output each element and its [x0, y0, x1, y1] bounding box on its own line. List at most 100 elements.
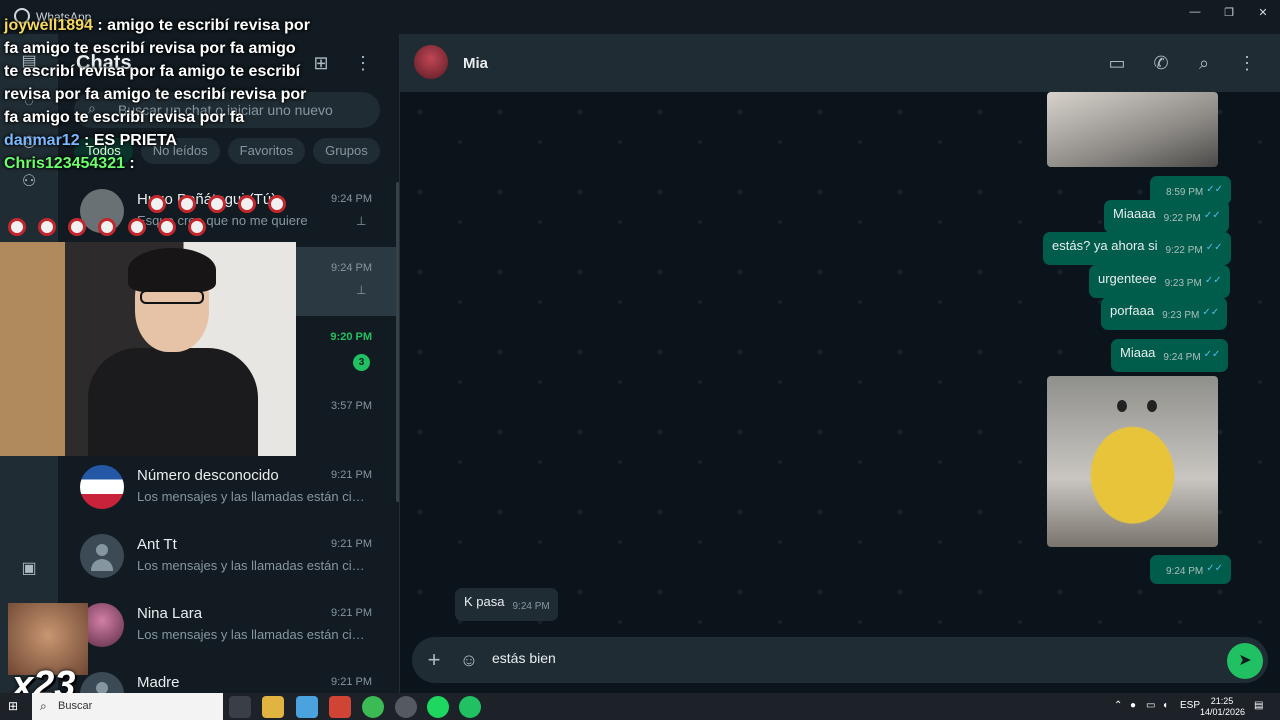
- menu-icon[interactable]: ⋮: [1236, 52, 1258, 74]
- mic-icon[interactable]: ●: [1130, 700, 1136, 711]
- read-ticks-icon: ✓✓: [1203, 349, 1221, 360]
- webcam-person-body: [88, 348, 258, 456]
- taskbar-search-label: Buscar: [58, 700, 93, 712]
- language-indicator[interactable]: ESP: [1180, 700, 1200, 711]
- chat-username: danmar12: [4, 132, 80, 149]
- spotify-icon[interactable]: [427, 696, 449, 718]
- chat-item-nina-lara[interactable]: Nina Lara 9:21 PM Los mensajes y las lla…: [58, 592, 399, 661]
- sticker-emoji-icon[interactable]: ☺: [458, 649, 480, 671]
- search-icon[interactable]: ⌕: [1193, 52, 1215, 74]
- window-controls: — ❐ ✕: [1178, 0, 1280, 24]
- webcam-person-glasses: [140, 290, 204, 304]
- phone-icon[interactable]: ✆: [1150, 52, 1172, 74]
- close-window-button[interactable]: ✕: [1246, 0, 1280, 24]
- chat-text: :: [124, 155, 135, 172]
- webcam-overlay: [0, 242, 296, 456]
- message-text: Miaaaa: [1113, 206, 1156, 221]
- message-text: porfaaa: [1110, 303, 1155, 318]
- emote-icon: [68, 218, 86, 236]
- app-icon[interactable]: [329, 696, 351, 718]
- message-out: 9:24 PM ✓✓: [1150, 555, 1232, 584]
- obs-icon[interactable]: [395, 696, 417, 718]
- volume-icon[interactable]: ◖: [1162, 700, 1168, 711]
- chat-item-madre[interactable]: Madre 9:21 PM: [58, 661, 399, 693]
- contact-name[interactable]: Mia: [463, 55, 488, 72]
- message-out: Miaaaa 9:22 PM ✓✓: [1104, 200, 1229, 233]
- chat-time: 9:21 PM: [331, 607, 372, 619]
- message-out: estás? ya ahora si 9:22 PM ✓✓: [1043, 232, 1231, 265]
- message-time: 9:22 PM: [1163, 213, 1201, 224]
- image-message[interactable]: [1047, 92, 1218, 167]
- webcam-person-hair: [128, 248, 216, 292]
- read-ticks-icon: ✓✓: [1206, 184, 1224, 195]
- communities-icon[interactable]: ⚇: [19, 172, 39, 192]
- chat-item-ant-tt[interactable]: Ant Tt 9:21 PM Los mensajes y las llamad…: [58, 523, 399, 592]
- message-time: 8:59 PM: [1166, 187, 1204, 198]
- chat-username: Chris123454321: [4, 155, 125, 172]
- emote-icon: [128, 218, 146, 236]
- pin-icon: ⊥: [356, 214, 367, 228]
- chat-item-numero-desconocido[interactable]: Número desconocido 9:21 PM Los mensajes …: [58, 454, 399, 523]
- attach-plus-icon[interactable]: +: [422, 648, 446, 672]
- maximize-button[interactable]: ❐: [1212, 0, 1246, 24]
- message-input[interactable]: estás bien: [492, 650, 1192, 666]
- emote-icon: [158, 218, 176, 236]
- emote-icon: [8, 218, 26, 236]
- chat-name: Ant Tt: [137, 536, 177, 553]
- chat-name: Nina Lara: [137, 605, 203, 622]
- message-time: 9:24 PM: [512, 601, 550, 612]
- notepad-icon[interactable]: [296, 696, 318, 718]
- message-text: estás? ya ahora si: [1052, 238, 1158, 253]
- chrome-icon[interactable]: [362, 696, 384, 718]
- message-text: urgenteee: [1098, 271, 1157, 286]
- clock-date: 14/01/2026: [1200, 707, 1246, 717]
- emote-icon: [208, 195, 226, 213]
- message-time: 9:22 PM: [1165, 245, 1203, 256]
- emote-row: [8, 218, 206, 236]
- message-out: Miaaa 9:24 PM ✓✓: [1111, 339, 1229, 372]
- taskbar-search[interactable]: ⌕ Buscar: [32, 693, 223, 720]
- notifications-icon[interactable]: ▤: [1254, 700, 1263, 711]
- emote-row: [148, 195, 286, 213]
- composer-bar: + ☺ estás bien: [412, 637, 1268, 683]
- message-out: urgenteee 9:23 PM ✓✓: [1089, 265, 1230, 298]
- send-button[interactable]: ➤: [1227, 643, 1263, 679]
- read-ticks-icon: ✓✓: [1203, 210, 1221, 221]
- search-icon: ⌕: [40, 699, 47, 713]
- stream-chat-message: danmar12 : ES PRIETA: [4, 129, 314, 152]
- conversation-header: Mia ▭ ✆ ⌕ ⋮: [400, 34, 1280, 92]
- chat-time: 9:21 PM: [331, 469, 372, 481]
- read-ticks-icon: ✓✓: [1204, 275, 1222, 286]
- contact-avatar[interactable]: [414, 45, 448, 79]
- menu-icon[interactable]: ⋮: [352, 52, 374, 74]
- message-in: K pasa 9:24 PM: [455, 588, 558, 621]
- emote-icon: [38, 218, 56, 236]
- image-message[interactable]: [1047, 376, 1218, 547]
- chat-time: 3:57 PM: [331, 400, 372, 412]
- task-view-icon[interactable]: [229, 696, 251, 718]
- read-ticks-icon: ✓✓: [1205, 242, 1223, 253]
- message-out: porfaaa 9:23 PM ✓✓: [1101, 297, 1228, 330]
- media-icon[interactable]: ▣: [19, 559, 39, 579]
- chat-text: : ES PRIETA: [79, 132, 178, 149]
- windows-start-icon[interactable]: ⊞: [8, 699, 22, 713]
- taskbar: ⊞ ⌕ Buscar ⌃ ● ▭ ◖ ESP 21:25 14/01/2026 …: [0, 693, 1280, 720]
- emote-icon: [268, 195, 286, 213]
- video-call-icon[interactable]: ▭: [1106, 52, 1128, 74]
- emote-icon: [178, 195, 196, 213]
- minimize-button[interactable]: —: [1178, 0, 1212, 24]
- message-time: 9:23 PM: [1164, 278, 1202, 289]
- chat-time: 9:21 PM: [331, 538, 372, 550]
- chat-time: 9:24 PM: [331, 262, 372, 274]
- chat-username: joywell1894: [4, 17, 93, 34]
- conversation-panel: Mia ▭ ✆ ⌕ ⋮ 8:59 PM ✓✓ Miaaaa 9:22 PM ✓✓ es…: [400, 34, 1280, 693]
- whatsapp-taskbar-icon[interactable]: [459, 696, 481, 718]
- network-icon[interactable]: ▭: [1146, 700, 1155, 711]
- clock[interactable]: 21:25 14/01/2026: [1200, 696, 1246, 718]
- duck-eye: [1147, 400, 1157, 412]
- avatar: [80, 465, 124, 509]
- chat-preview: Los mensajes y las llamadas están cifr..…: [137, 627, 367, 642]
- file-explorer-icon[interactable]: [262, 696, 284, 718]
- filter-grupos[interactable]: Grupos: [313, 138, 380, 164]
- tray-chevron-icon[interactable]: ⌃: [1114, 700, 1122, 711]
